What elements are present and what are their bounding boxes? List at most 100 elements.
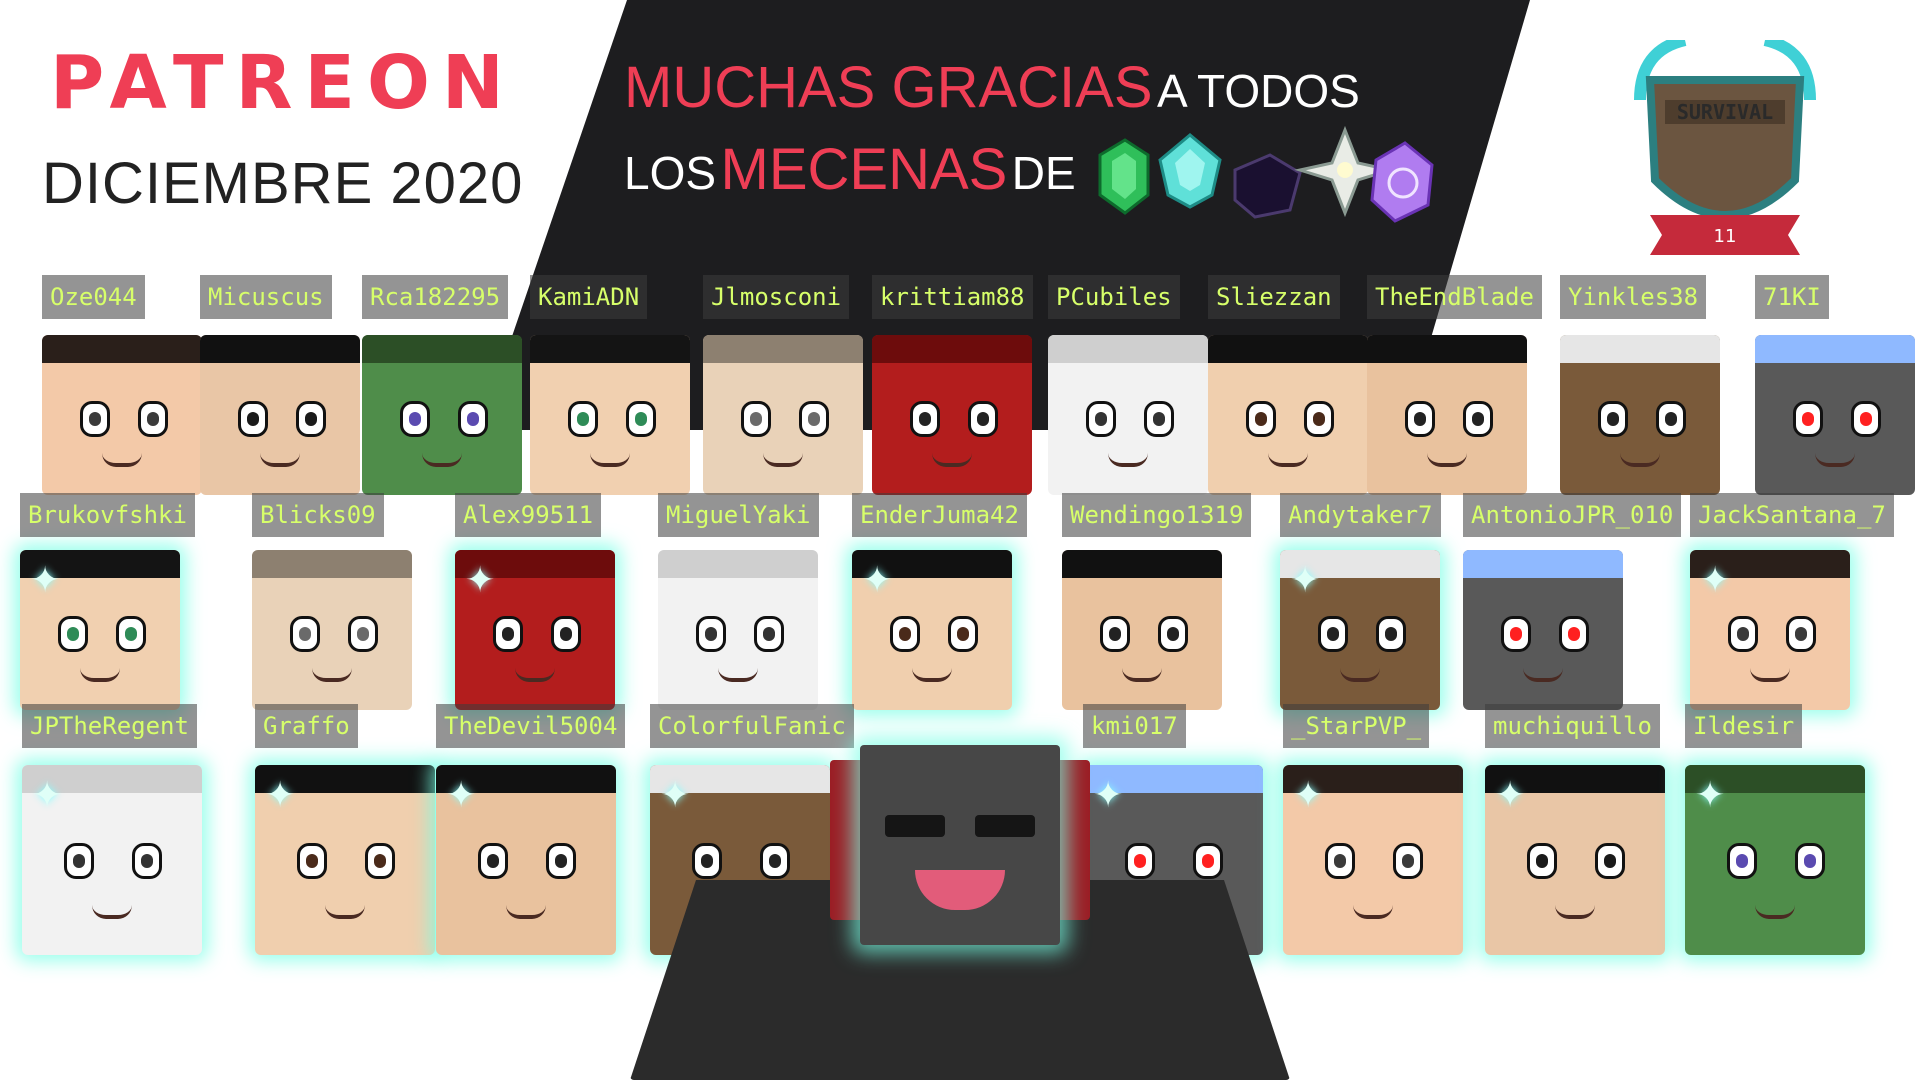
sparkle-icon: ✦ — [32, 775, 63, 816]
avatar-mouth — [312, 668, 352, 682]
avatar-eye — [1559, 616, 1589, 652]
avatar-eye — [80, 401, 110, 437]
thanks-big-2: MECENAS — [720, 137, 1008, 202]
featured-helmet — [860, 745, 1060, 945]
avatar-mouth — [1353, 905, 1393, 919]
avatar-eye — [58, 616, 88, 652]
avatar-mouth — [80, 668, 120, 682]
diamond-icon — [1158, 133, 1222, 209]
badge-title: SURVIVAL — [1677, 100, 1773, 124]
avatar-mouth — [590, 453, 630, 467]
featured-eye-left — [885, 815, 945, 837]
avatar-eye — [138, 401, 168, 437]
thanks-small-1: A TODOS — [1156, 65, 1360, 117]
avatar-eye — [1595, 843, 1625, 879]
avatar-eye — [890, 616, 920, 652]
avatar-eye — [910, 401, 940, 437]
avatar-eye — [1851, 401, 1881, 437]
avatar-mouth — [1750, 668, 1790, 682]
avatar-eye — [760, 843, 790, 879]
avatar-eye — [238, 401, 268, 437]
patron-avatar — [1560, 335, 1720, 495]
avatar-face — [872, 335, 1032, 495]
patron-name-label: KamiADN — [530, 275, 648, 319]
patron-avatar — [200, 335, 360, 495]
thanks-line-1: MUCHAS GRACIAS A TODOS — [624, 54, 1360, 136]
patron-avatar — [530, 335, 690, 495]
avatar-eye — [400, 401, 430, 437]
avatar-eye — [1086, 401, 1116, 437]
avatar-eye — [546, 843, 576, 879]
avatar-face — [252, 550, 412, 710]
avatar-eye — [1728, 616, 1758, 652]
avatar-mouth — [1122, 668, 1162, 682]
patron-name-label: EnderJuma42 — [852, 493, 1027, 537]
patron-name-label: Sliezzan — [1208, 275, 1340, 319]
avatar-mouth — [325, 905, 365, 919]
avatar-eye — [1405, 401, 1435, 437]
patron-avatar — [1367, 335, 1527, 495]
avatar-face — [703, 335, 863, 495]
gem-icons — [1098, 125, 1434, 223]
avatar-eye — [1376, 616, 1406, 652]
avatar-eye — [1125, 843, 1155, 879]
avatar-face — [42, 335, 202, 495]
sparkle-icon: ✦ — [1290, 560, 1321, 601]
patron-avatar — [1062, 550, 1222, 710]
avatar-eye — [948, 616, 978, 652]
avatar-mouth — [912, 668, 952, 682]
avatar-face — [658, 550, 818, 710]
featured-eye-right — [975, 815, 1035, 837]
avatar-eye — [1463, 401, 1493, 437]
sparkle-icon: ✦ — [862, 560, 893, 601]
avatar-eye — [1304, 401, 1334, 437]
avatar-eye — [493, 616, 523, 652]
patron-name-label: Brukovfshki — [20, 493, 195, 537]
avatar-eye — [1325, 843, 1355, 879]
month-subtitle: DICIEMBRE 2020 — [42, 151, 524, 216]
avatar-eye — [568, 401, 598, 437]
sparkle-icon: ✦ — [1093, 775, 1124, 816]
avatar-eye — [968, 401, 998, 437]
avatar-eye — [1158, 616, 1188, 652]
avatar-mouth — [422, 453, 462, 467]
patron-name-label: krittiam88 — [872, 275, 1033, 319]
patron-name-label: PCubiles — [1048, 275, 1180, 319]
avatar-mouth — [515, 668, 555, 682]
patron-name-label: Jlmosconi — [703, 275, 850, 319]
avatar-eye — [290, 616, 320, 652]
enchanted-crystal-icon — [1370, 141, 1434, 223]
avatar-eye — [348, 616, 378, 652]
avatar-mouth — [1620, 453, 1660, 467]
badge-number: 11 — [1714, 226, 1737, 247]
avatar-eye — [754, 616, 784, 652]
patreon-title: PATREON — [50, 40, 516, 126]
avatar-eye — [626, 401, 656, 437]
avatar-mouth — [1815, 453, 1855, 467]
avatar-mouth — [506, 905, 546, 919]
patron-name-label: Andytaker7 — [1280, 493, 1441, 537]
avatar-face — [1560, 335, 1720, 495]
avatar-mouth — [1108, 453, 1148, 467]
patron-name-label: ColorfulFanic — [650, 704, 854, 748]
patron-name-label: _StarPVP_ — [1283, 704, 1430, 748]
avatar-eye — [1527, 843, 1557, 879]
patron-avatar — [658, 550, 818, 710]
survival-shield-logo: SURVIVAL 11 — [1634, 40, 1816, 255]
avatar-mouth — [1268, 453, 1308, 467]
avatar-mouth — [1427, 453, 1467, 467]
sparkle-icon: ✦ — [1700, 560, 1731, 601]
patron-avatar — [252, 550, 412, 710]
avatar-eye — [551, 616, 581, 652]
thanks-big-1: MUCHAS GRACIAS — [624, 55, 1153, 120]
avatar-face — [1062, 550, 1222, 710]
avatar-eye — [1393, 843, 1423, 879]
patron-name-label: kmi017 — [1083, 704, 1186, 748]
patron-avatar — [1208, 335, 1368, 495]
avatar-eye — [1656, 401, 1686, 437]
avatar-eye — [478, 843, 508, 879]
patron-name-label: Micuscus — [200, 275, 332, 319]
avatar-eye — [1793, 401, 1823, 437]
thanks-small-2a: LOS — [624, 147, 717, 199]
patron-avatar — [362, 335, 522, 495]
